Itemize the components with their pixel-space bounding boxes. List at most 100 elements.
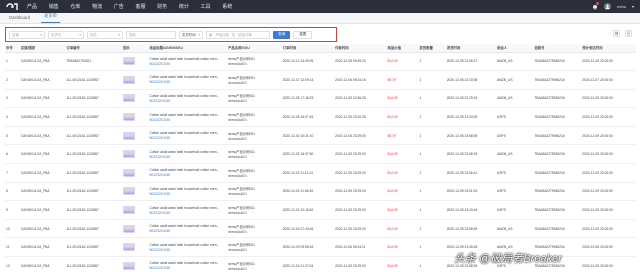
cell-order[interactable]: TBA0642794521 xyxy=(65,52,123,72)
table-row[interactable]: 3 CANGKU1CA_FBA 111-0012162-1102987 Cotton … xyxy=(5,89,636,109)
notification-bell-icon[interactable] xyxy=(591,2,600,10)
settings-icon[interactable] xyxy=(613,30,620,37)
table-row[interactable]: 10 CANGKU1CA_FBA 111-0012162-1102987 Cotton… xyxy=(5,219,636,239)
product-thumbnail[interactable] xyxy=(123,113,136,122)
table-row[interactable]: 8 CANGKU1CA_FBA 111-0012162-1102987 Cotton … xyxy=(5,182,636,202)
cell-ptime: 2020-12-05 23:29:00 xyxy=(334,182,387,202)
cell-title: Cotton adult wash bath household cotton … xyxy=(148,200,228,220)
cell-order[interactable]: 111-0012162-1102987 xyxy=(65,256,123,272)
cell-order[interactable]: 111-0012162-1102987 xyxy=(65,144,123,165)
asin-link[interactable]: B0123210245 xyxy=(149,248,226,252)
asin-link[interactable]: B0123210245 xyxy=(149,99,226,103)
column-header[interactable]: 追踪号 xyxy=(533,44,582,53)
cell-order[interactable]: 111-0012162-1102987 xyxy=(65,182,123,202)
column-header[interactable]: 产品名称/SKU xyxy=(227,44,282,53)
cell-order[interactable]: 111-0012162-1102987 xyxy=(65,237,123,258)
asin-link[interactable]: B0123210245 xyxy=(149,229,226,233)
product-thumbnail[interactable] xyxy=(123,187,136,196)
shop-select[interactable]: 店铺 ▾ xyxy=(9,30,45,39)
column-header[interactable]: 商品价格 xyxy=(386,44,419,53)
cell-order[interactable]: 111-0012162-1102987 xyxy=(65,200,123,220)
reset-button[interactable]: 重置 xyxy=(293,30,313,39)
username[interactable]: echo xyxy=(617,4,626,9)
time-type-select[interactable]: 发货时间 ▾ xyxy=(179,30,203,39)
nav-item[interactable]: 广告 xyxy=(114,3,136,10)
column-header[interactable]: 承运人 xyxy=(495,44,534,53)
column-header[interactable]: 付款时间 xyxy=(334,44,387,53)
cell-track: TBA0642279945216 xyxy=(533,163,582,183)
nav-item[interactable]: 统计 xyxy=(179,3,201,10)
column-header[interactable]: 订单编号 xyxy=(65,44,123,53)
table-row[interactable]: 7 CANGKU1CA_FBA 111-0012162-1102987 Cotton … xyxy=(5,163,636,183)
asin-link[interactable]: B0123210245 xyxy=(149,173,226,177)
nav-item[interactable]: 客服 xyxy=(135,3,157,10)
product-thumbnail[interactable] xyxy=(123,168,136,177)
status-select[interactable]: 状态 ▾ xyxy=(87,30,123,39)
asin-link[interactable]: B0123210245 xyxy=(149,266,226,270)
cell-title: Cotton adult wash bath household cotton … xyxy=(148,219,228,239)
product-thumbnail[interactable] xyxy=(123,150,136,159)
cell-order[interactable]: 111-0012162-1102987 xyxy=(65,107,123,127)
product-thumbnail[interactable] xyxy=(123,224,136,233)
product-thumbnail[interactable] xyxy=(123,131,136,140)
date-range-picker[interactable]: ▦ 开始日期 至 结束日期 xyxy=(206,30,270,39)
column-settings-icon[interactable] xyxy=(625,30,632,37)
cell-title: Cotton adult wash bath household cotton … xyxy=(148,126,228,146)
asin-link[interactable]: B0123210245 xyxy=(149,136,226,140)
column-header[interactable]: 发货时间 xyxy=(445,44,496,53)
cell-title: Cotton adult wash bath household cotton … xyxy=(148,107,228,127)
column-header[interactable] xyxy=(629,44,636,53)
product-thumbnail[interactable] xyxy=(123,75,136,84)
asin-link[interactable]: B0123210245 xyxy=(149,192,226,196)
asin-link[interactable]: B0123210245 xyxy=(149,62,226,66)
product-thumbnail[interactable] xyxy=(123,206,136,215)
column-header[interactable]: 图片 xyxy=(122,44,149,53)
table-row[interactable]: 5 CANGKU1CA_FBA 111-0012162-1102987 Cotton … xyxy=(5,126,636,146)
cell-overflow xyxy=(629,126,636,146)
tab-shipments[interactable]: 发货单 xyxy=(41,13,60,23)
search-input[interactable]: 搜索 xyxy=(126,30,176,39)
cell-order[interactable]: 111-0012162-1102987 xyxy=(65,163,123,183)
asin-link[interactable]: B0123210245 xyxy=(149,211,226,215)
column-header[interactable]: 订单时间 xyxy=(281,44,335,53)
asin-link[interactable]: B0123210245 xyxy=(149,155,226,159)
table-row[interactable]: 1 CANGKU1CA_FBA TBA0642794521 Cotton adult … xyxy=(5,52,636,72)
cell-order[interactable]: 111-0012162-1102987 xyxy=(65,126,123,146)
cell-eta: 2020-12-09 20:00:00 xyxy=(581,89,630,109)
search-button[interactable]: 查询 xyxy=(273,30,291,39)
cell-ptime: 2020-12-05 22:56:28 xyxy=(334,89,387,109)
product-thumbnail[interactable] xyxy=(123,57,136,66)
nav-item[interactable]: 仓库 xyxy=(70,3,92,10)
cell-price: $14.99 xyxy=(386,256,419,272)
nav-item[interactable]: 系统 xyxy=(222,3,244,10)
table-row[interactable]: 2 CANGKU1CA_FBA 111-0012162-1102987 Cotton … xyxy=(5,70,636,90)
nav-item[interactable]: 工具 xyxy=(201,3,223,10)
product-thumbnail[interactable] xyxy=(123,243,136,252)
table-row[interactable]: 9 CANGKU1CA_FBA 111-0012162-1102987 Cotton … xyxy=(5,200,636,220)
nav-item[interactable]: 销售 xyxy=(49,3,71,10)
cell-image xyxy=(122,237,149,258)
avatar[interactable] xyxy=(604,3,612,10)
table-row[interactable]: 6 CANGKU1CA_FBA 111-0012162-1102987 Cotton … xyxy=(5,144,636,165)
cell-otime: 2020-12-02 10:16:52 xyxy=(281,200,335,220)
cell-order[interactable]: 111-0012162-1102987 xyxy=(65,70,123,90)
product-thumbnail[interactable] xyxy=(123,94,136,103)
cell-order[interactable]: 111-0012162-1102987 xyxy=(65,219,123,239)
tab-dashboard[interactable]: Dashboard xyxy=(6,15,33,23)
column-header[interactable]: 店铺/国家 xyxy=(19,44,66,53)
asin-link[interactable]: B0123210245 xyxy=(149,118,226,122)
column-header[interactable]: 商品标题/ASIN/MSKU xyxy=(148,44,228,53)
chevron-down-icon[interactable]: ▾ xyxy=(632,4,634,9)
asin-link[interactable]: B0123210245 xyxy=(149,80,226,84)
nav-item[interactable]: 物流 xyxy=(92,3,114,10)
nav-item[interactable]: 财务 xyxy=(157,3,179,10)
cell-order[interactable]: 111-0012162-1102987 xyxy=(65,89,123,109)
product-thumbnail[interactable] xyxy=(123,261,136,270)
nav-item[interactable]: 产品 xyxy=(27,3,49,10)
warehouse-select[interactable]: 发货仓 ▾ xyxy=(48,30,84,39)
date-start: 开始日期 xyxy=(215,33,229,37)
column-header[interactable]: 预计到达时间 xyxy=(581,44,630,53)
table-row[interactable]: 4 CANGKU1CA_FBA 111-0012162-1102987 Cotton … xyxy=(5,107,636,127)
column-header[interactable]: 发货数量 xyxy=(418,44,446,53)
app-logo-icon[interactable] xyxy=(5,2,19,11)
